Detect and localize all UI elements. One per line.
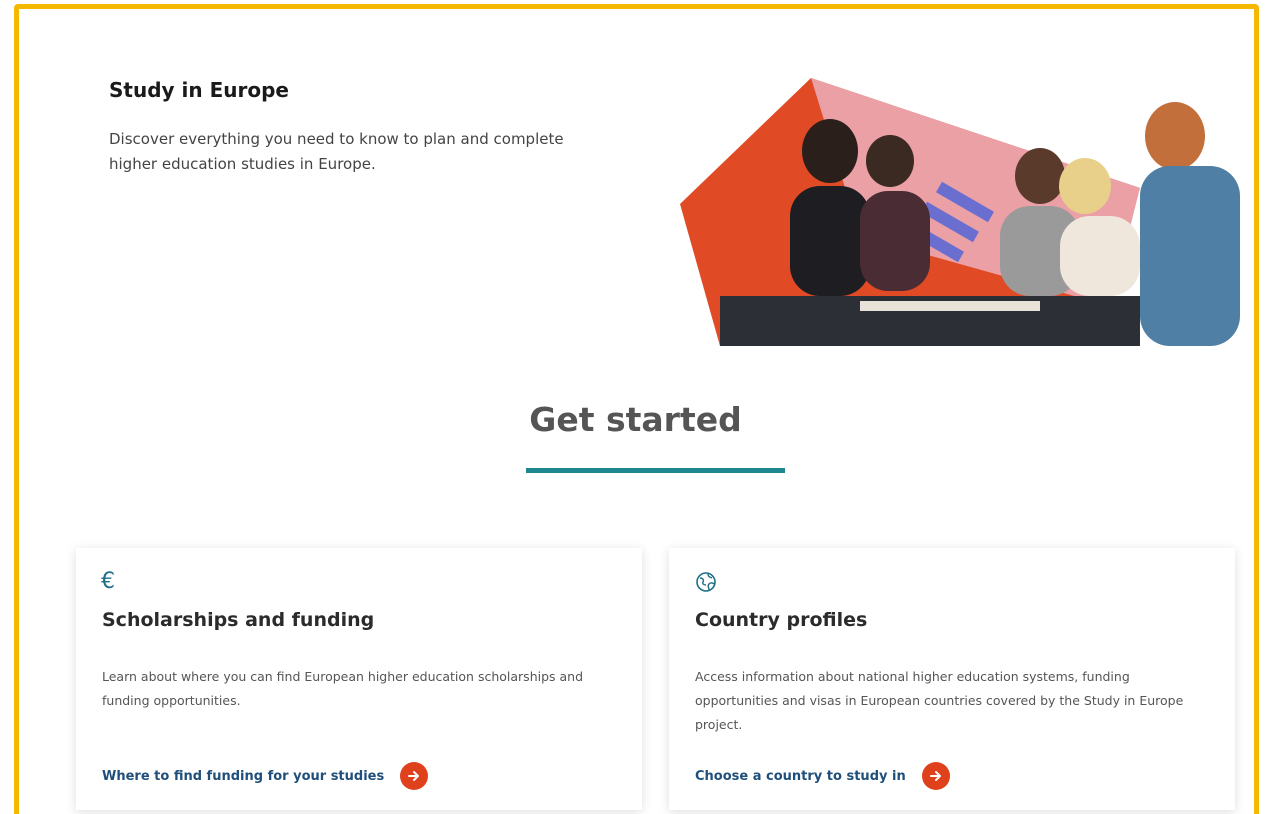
card-title: Scholarships and funding bbox=[102, 609, 375, 631]
section-title: Get started bbox=[529, 400, 742, 439]
funding-link[interactable]: Where to find funding for your studies bbox=[102, 762, 429, 790]
globe-icon bbox=[694, 570, 718, 594]
country-link-label[interactable]: Choose a country to study in bbox=[695, 769, 906, 784]
hero-description: Discover everything you need to know to … bbox=[109, 130, 564, 173]
arrow-right-icon[interactable] bbox=[921, 762, 950, 790]
card-title: Country profiles bbox=[695, 609, 868, 631]
arrow-right-icon[interactable] bbox=[400, 762, 429, 790]
hero-image bbox=[680, 78, 1240, 346]
country-link[interactable]: Choose a country to study in bbox=[695, 762, 950, 790]
euro-icon: € bbox=[101, 569, 115, 594]
card-description: Access information about national higher… bbox=[695, 669, 1184, 732]
funding-link-label[interactable]: Where to find funding for your studies bbox=[102, 769, 384, 784]
section-title-underline bbox=[526, 468, 785, 473]
hero-title: Study in Europe bbox=[109, 78, 289, 102]
card-country-profiles: Country profiles Access information abou… bbox=[669, 548, 1235, 810]
card-description: Learn about where you can find European … bbox=[102, 669, 584, 708]
card-scholarships: € Scholarships and funding Learn about w… bbox=[76, 548, 642, 810]
